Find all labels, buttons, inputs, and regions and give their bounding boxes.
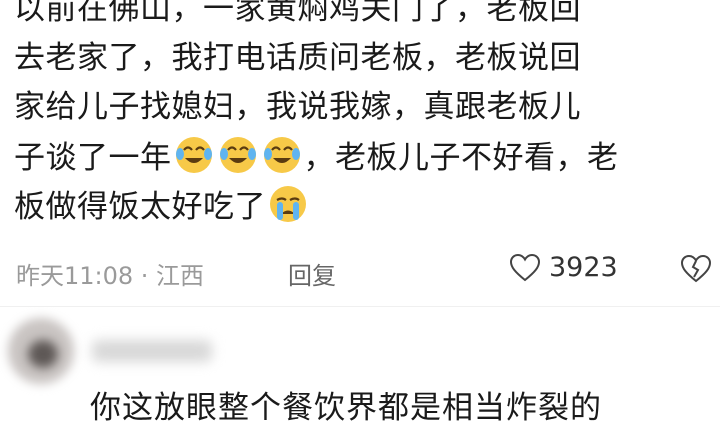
blurred-username [92, 340, 212, 362]
avatar[interactable] [8, 318, 74, 384]
laugh-cry-emoji-icon [260, 132, 304, 176]
like-button[interactable]: 3923 [509, 252, 618, 283]
comment-time-location: 昨天11:08 · 江西 [16, 262, 205, 290]
comment-line-2: 去老家了，我打电话质问老板，老板说回 [14, 40, 581, 76]
comment-line-4-suffix: ，老板儿子不好看，老 [303, 140, 619, 176]
comment-body: 以前在佛山，一家黄焖鸡关门了，老板回 去老家了，我打电话质问老板，老板说回 家给… [14, 0, 714, 230]
divider [0, 306, 720, 307]
dislike-button[interactable] [680, 254, 712, 290]
laugh-cry-emoji-icon [216, 132, 260, 176]
heart-icon [509, 253, 541, 281]
comment-line-5-text: 板做得饭太好吃了 [14, 189, 266, 225]
comment-line-4: 子谈了一年 ，老板儿子不好看，老 [14, 132, 714, 181]
like-count: 3923 [549, 252, 618, 283]
crying-emoji-icon [266, 181, 310, 225]
reply-button[interactable]: 回复 [288, 256, 336, 291]
comment-line-4-prefix: 子谈了一年 [14, 140, 172, 176]
broken-heart-icon [680, 254, 712, 283]
comment-meta: 昨天11:08 · 江西 回复 3923 [16, 250, 712, 294]
laugh-cry-emoji-icon [172, 132, 216, 176]
comment-line-1: 以前在佛山，一家黄焖鸡关门了，老板回 [14, 0, 581, 27]
comment-line-3: 家给儿子找媳妇，我说我嫁，真跟老板儿 [14, 89, 581, 125]
comment-line-5: 板做得饭太好吃了 [14, 181, 714, 230]
